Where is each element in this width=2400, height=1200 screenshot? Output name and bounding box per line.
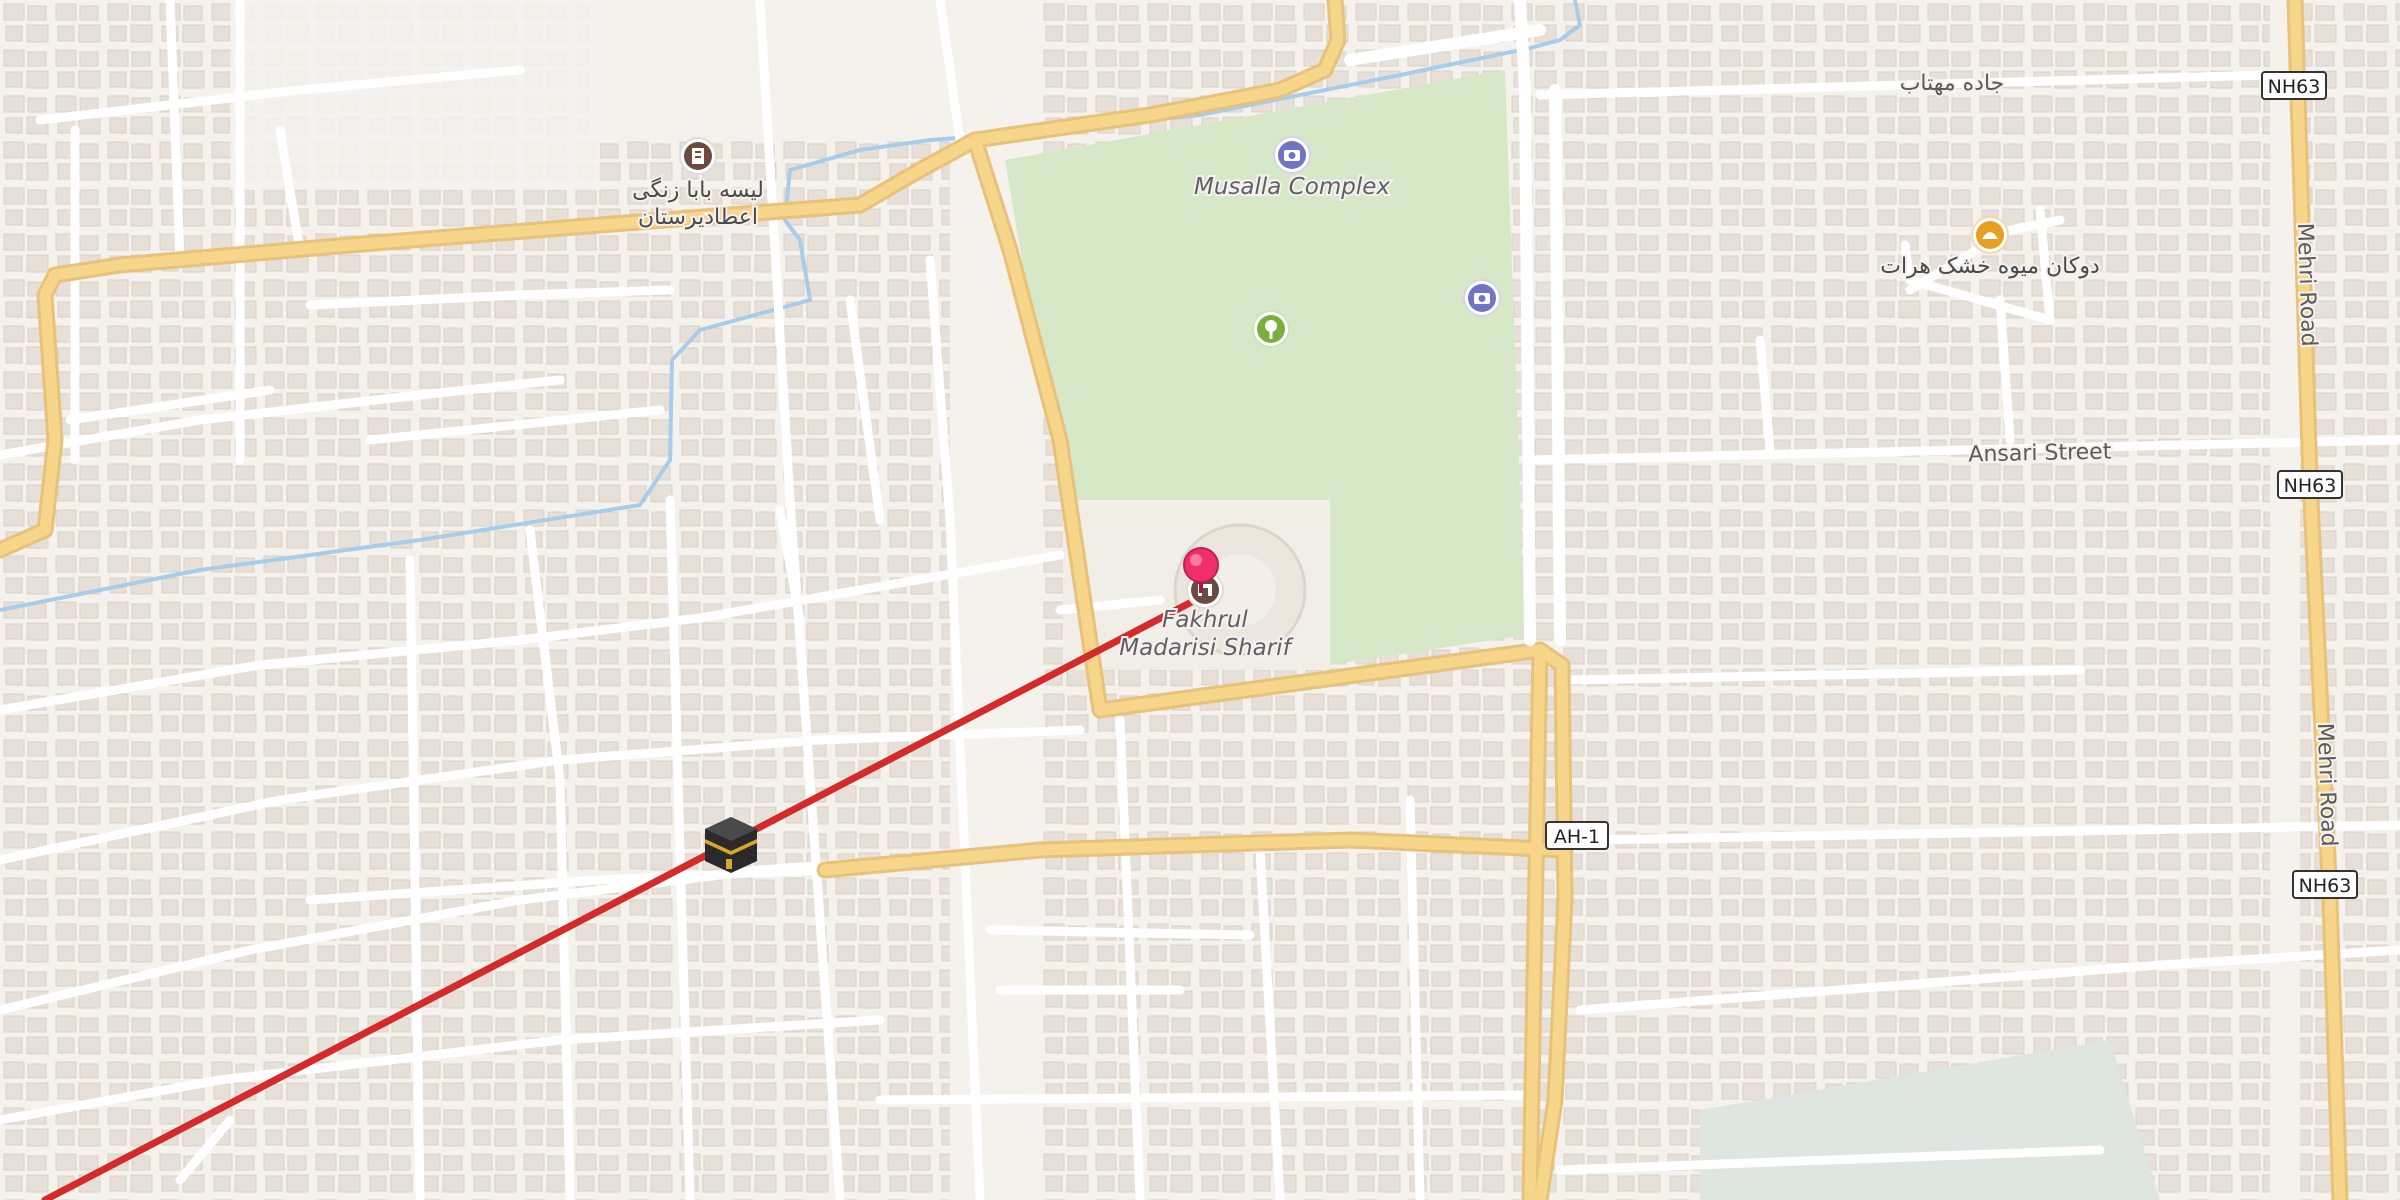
kaaba-icon[interactable] [705,817,757,873]
road-shield-ah1: AH-1 [1545,821,1609,850]
street-label-mehri-road-south: Mehri Road [2312,722,2341,847]
fakhrul-label-line1[interactable]: Fakhrul [1160,605,1250,635]
road-shield-nh63: NH63 [2292,870,2358,899]
school-label-line1[interactable]: لیسه بابا زنگی [630,175,766,205]
map-canvas[interactable]: Musalla Complex Fakhrul Madarisi Sharif … [0,0,2400,1200]
road-shield-nh63: NH63 [2261,71,2327,100]
dried-fruit-shop-label[interactable]: دوکان میوه خشک هرات [1878,252,2102,281]
road-shield-nh63: NH63 [2277,470,2343,499]
school-label-line2[interactable]: اعطادیرستان [636,203,760,232]
shield-text: NH63 [2284,475,2337,497]
tree-icon[interactable] [1252,310,1290,348]
bakery-icon[interactable] [1971,216,2009,254]
street-label-mehri-road-north: Mehri Road [2292,222,2321,347]
shield-text: NH63 [2299,875,2352,897]
camera-icon[interactable] [1463,279,1501,317]
musalla-complex-label[interactable]: Musalla Complex [1192,172,1392,202]
street-label-jada-mahtab: جاده مهتاب [1900,71,2005,96]
shield-text: AH-1 [1554,826,1600,848]
camera-icon[interactable] [1273,136,1311,174]
shield-text: NH63 [2268,76,2321,98]
school-icon[interactable] [679,137,717,175]
fakhrul-label-line2[interactable]: Madarisi Sharif [1117,633,1295,663]
street-label-ansari: Ansari Street [1968,439,2112,467]
